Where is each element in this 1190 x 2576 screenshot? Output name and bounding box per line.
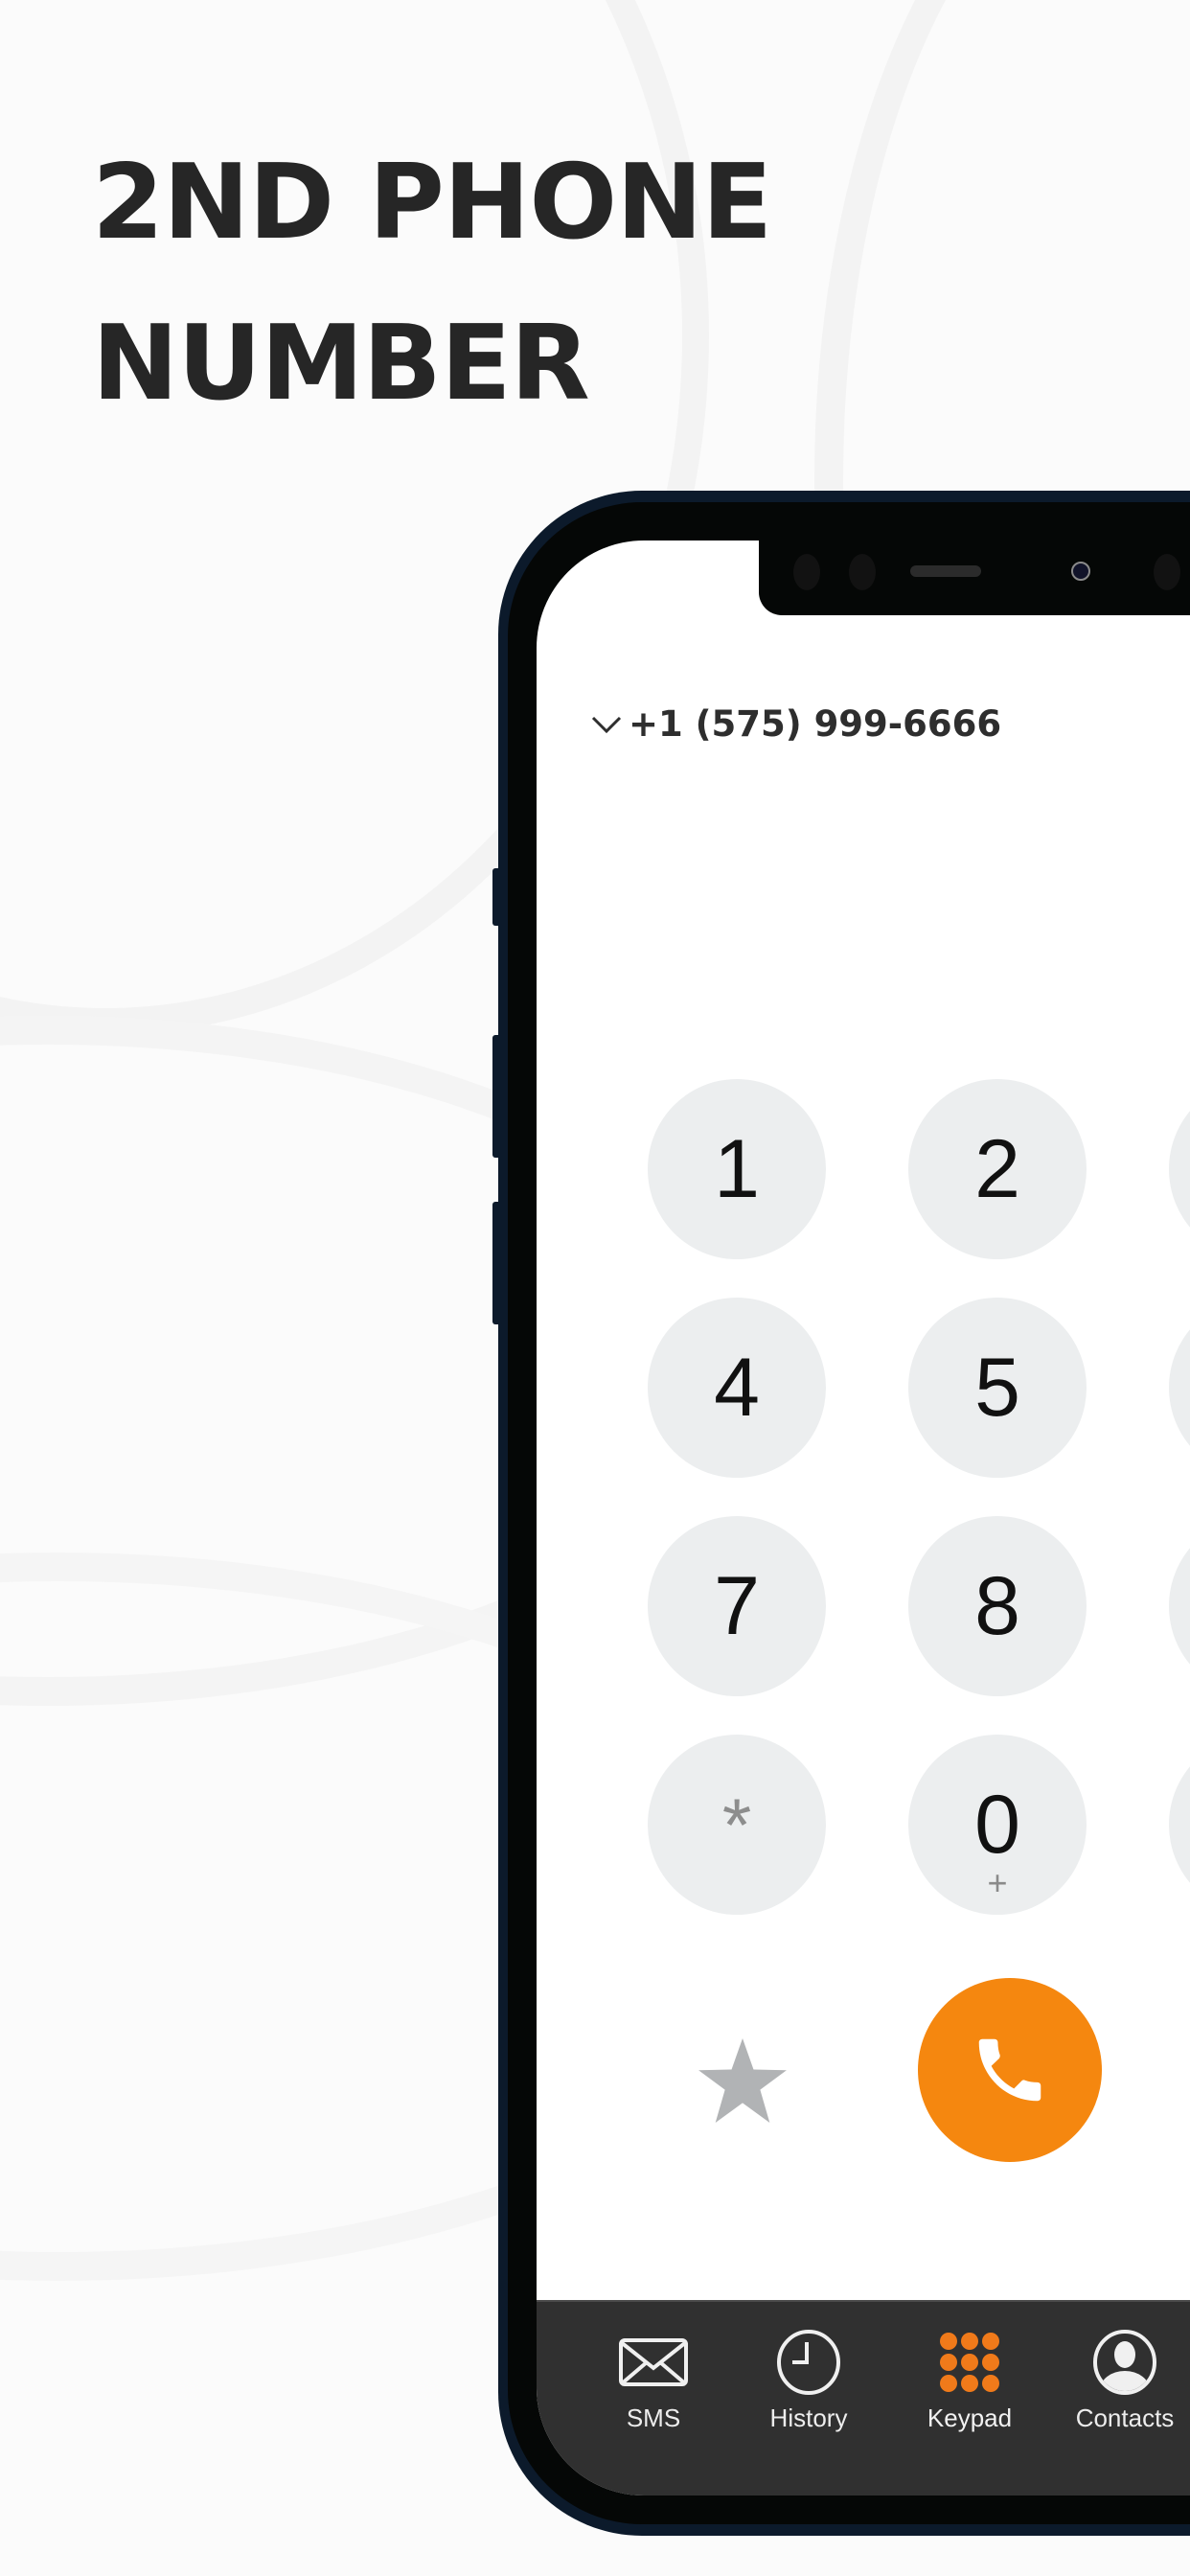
key-digit: 5 (974, 1341, 1020, 1434)
key-digit: 7 (714, 1559, 760, 1652)
earpiece-speaker (910, 565, 981, 577)
star-icon (698, 2038, 787, 2123)
key-9[interactable] (1169, 1516, 1190, 1696)
front-camera (1071, 562, 1090, 581)
chevron-down-icon (591, 716, 622, 733)
sensor-dot (793, 554, 820, 590)
call-button[interactable] (918, 1978, 1102, 2162)
phone-notch (759, 540, 1190, 615)
tab-label: History (769, 2404, 848, 2432)
key-2[interactable]: 2 (908, 1079, 1087, 1259)
tab-label: SMS (626, 2404, 681, 2432)
headline: 2ND PHONE NUMBER (92, 123, 772, 445)
phone-mockup: +1 (575) 999-6666 1 2 4 5 7 8 * 0 + SMS … (492, 491, 1190, 2536)
key-digit: 0 (974, 1778, 1020, 1871)
tab-sms[interactable]: SMS (586, 2329, 721, 2433)
key-8[interactable]: 8 (908, 1516, 1087, 1696)
tab-history[interactable]: History (742, 2329, 876, 2433)
sensor-dot (849, 554, 876, 590)
headline-line-2: NUMBER (92, 304, 590, 424)
phone-mute-switch (492, 868, 502, 926)
key-5[interactable]: 5 (908, 1298, 1087, 1478)
phone-icon (978, 2038, 1041, 2102)
number-selector[interactable]: +1 (575) 999-6666 (590, 703, 1001, 745)
phone-screen: +1 (575) 999-6666 1 2 4 5 7 8 * 0 + SMS … (537, 540, 1190, 2496)
clock-icon (777, 2330, 840, 2395)
key-hash[interactable] (1169, 1735, 1190, 1915)
tab-label: Contacts (1075, 2404, 1175, 2432)
phone-volume-down-button (492, 1202, 502, 1324)
key-3[interactable] (1169, 1079, 1190, 1259)
favorite-button[interactable] (695, 2033, 790, 2128)
key-digit: 8 (974, 1559, 1020, 1652)
key-4[interactable]: 4 (648, 1298, 826, 1478)
key-asterisk[interactable]: * (648, 1735, 826, 1915)
key-subtext: + (987, 1863, 1008, 1902)
key-6[interactable] (1169, 1298, 1190, 1478)
key-digit: 2 (974, 1122, 1020, 1215)
tab-contacts[interactable]: Contacts (1058, 2329, 1190, 2433)
headline-line-1: 2ND PHONE (92, 143, 772, 263)
tab-label: Keypad (927, 2404, 1013, 2432)
bottom-tab-bar: SMS History Keypad Contacts (537, 2300, 1190, 2496)
key-7[interactable]: 7 (648, 1516, 826, 1696)
contact-person-icon (1093, 2330, 1156, 2395)
key-1[interactable]: 1 (648, 1079, 826, 1259)
key-digit: * (721, 1782, 752, 1867)
key-digit: 1 (714, 1122, 760, 1215)
key-0[interactable]: 0 + (908, 1735, 1087, 1915)
phone-bezel: +1 (575) 999-6666 1 2 4 5 7 8 * 0 + SMS … (508, 502, 1190, 2524)
phone-volume-up-button (492, 1035, 502, 1158)
sensor-dot (1154, 554, 1180, 590)
envelope-icon (619, 2338, 688, 2386)
tab-keypad[interactable]: Keypad (903, 2329, 1037, 2433)
keypad-grid-icon (940, 2333, 999, 2392)
key-digit: 4 (714, 1341, 760, 1434)
selected-number: +1 (575) 999-6666 (629, 703, 1002, 745)
